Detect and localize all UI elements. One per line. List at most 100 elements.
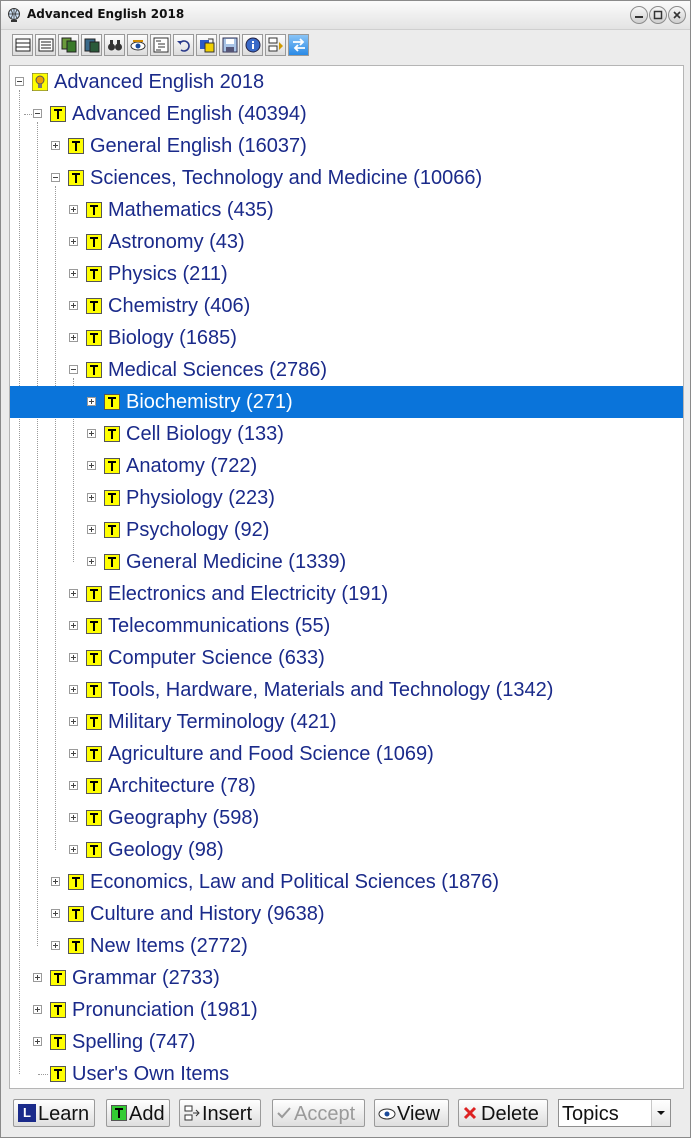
expand-toggle[interactable] [51,941,60,950]
tree-node[interactable]: Military Terminology (421) [10,706,683,738]
collapse-toggle[interactable] [33,109,42,118]
expand-toggle[interactable] [69,653,78,662]
expand-toggle[interactable] [51,877,60,886]
tree-node-label: Spelling (747) [72,1031,196,1053]
tree-node[interactable]: Pronunciation (1981) [10,994,683,1026]
expand-toggle[interactable] [87,429,96,438]
tree-node[interactable]: Physics (211) [10,258,683,290]
topic-icon [104,394,120,410]
tree-node[interactable]: Anatomy (722) [10,450,683,482]
tree-node-selected[interactable]: Biochemistry (271) [10,386,683,418]
swap-button[interactable] [288,34,309,56]
save-button[interactable] [219,34,240,56]
sync-button[interactable] [196,34,217,56]
collapse-toggle[interactable] [15,77,24,86]
tree-node[interactable]: General English (16037) [10,130,683,162]
delete-button[interactable]: Delete [458,1099,548,1127]
expand-toggle[interactable] [87,525,96,534]
tree-node[interactable]: User's Own Items [10,1058,683,1088]
details-view-button[interactable] [35,34,56,56]
expand-toggle[interactable] [69,813,78,822]
expand-toggle[interactable] [33,1037,42,1046]
collapse-toggle[interactable] [51,173,60,182]
tree-node[interactable]: Biology (1685) [10,322,683,354]
expand-toggle[interactable] [87,461,96,470]
tree-node[interactable]: Agriculture and Food Science (1069) [10,738,683,770]
mode-select[interactable]: Topics [558,1099,671,1127]
copy-button[interactable] [58,34,79,56]
close-button[interactable] [668,6,686,24]
expand-toggle[interactable] [69,269,78,278]
tree-node[interactable]: Electronics and Electricity (191) [10,578,683,610]
tree-node-label: Agriculture and Food Science (1069) [108,743,434,765]
search-button[interactable] [104,34,125,56]
insert-button[interactable]: Insert [179,1099,261,1127]
expand-toggle[interactable] [33,973,42,982]
expand-toggle[interactable] [69,621,78,630]
expand-toggle[interactable] [69,237,78,246]
tree-node[interactable]: Spelling (747) [10,1026,683,1058]
title-bar[interactable]: Advanced English 2018 [1,1,690,30]
topics-tree[interactable]: Advanced English 2018 Advanced English (… [9,65,684,1089]
move-down-button[interactable] [265,34,286,56]
expand-toggle[interactable] [69,589,78,598]
tree-node[interactable]: Psychology (92) [10,514,683,546]
expand-toggle[interactable] [69,685,78,694]
tree-node[interactable]: Grammar (2733) [10,962,683,994]
topic-icon [50,970,66,986]
view-button[interactable]: View [374,1099,449,1127]
expand-toggle[interactable] [51,141,60,150]
tree-node[interactable]: Economics, Law and Political Sciences (1… [10,866,683,898]
expand-toggle[interactable] [87,557,96,566]
expand-toggle[interactable] [69,301,78,310]
expand-toggle[interactable] [69,749,78,758]
tree-node-label: Telecommunications (55) [108,615,331,637]
tree-node[interactable]: Cell Biology (133) [10,418,683,450]
minimize-button[interactable] [630,6,648,24]
learn-button[interactable]: L Learn [13,1099,95,1127]
tree-node-label: Sciences, Technology and Medicine (10066… [90,167,483,189]
dropdown-arrow-icon[interactable] [651,1100,670,1126]
undo-button[interactable] [173,34,194,56]
tree-node[interactable]: Chemistry (406) [10,290,683,322]
paste-button[interactable] [81,34,102,56]
tree-node[interactable]: Architecture (78) [10,770,683,802]
tree-node[interactable]: Computer Science (633) [10,642,683,674]
tree-node[interactable]: Advanced English (40394) [10,98,683,130]
tree-node[interactable]: Sciences, Technology and Medicine (10066… [10,162,683,194]
close-icon [673,11,681,19]
info-button[interactable] [242,34,263,56]
tree-node[interactable]: Culture and History (9638) [10,898,683,930]
list-view-button[interactable] [12,34,33,56]
expand-toggle[interactable] [69,845,78,854]
expand-toggle[interactable] [51,909,60,918]
tree-node-label: Anatomy (722) [126,455,258,477]
outline-button[interactable] [150,34,171,56]
maximize-button[interactable] [649,6,667,24]
tree-node[interactable]: Geology (98) [10,834,683,866]
tree-node[interactable]: New Items (2772) [10,930,683,962]
expand-toggle[interactable] [69,717,78,726]
tree-node[interactable]: General Medicine (1339) [10,546,683,578]
topic-icon [104,458,120,474]
collapse-toggle[interactable] [69,365,78,374]
expand-toggle[interactable] [87,397,96,406]
expand-toggle[interactable] [33,1005,42,1014]
expand-toggle[interactable] [69,781,78,790]
expand-toggle[interactable] [69,333,78,342]
add-button[interactable]: Add [106,1099,170,1127]
tree-node[interactable]: Geography (598) [10,802,683,834]
tree-node[interactable]: Mathematics (435) [10,194,683,226]
expand-toggle[interactable] [69,205,78,214]
tree-node[interactable]: Telecommunications (55) [10,610,683,642]
tree-node[interactable]: Tools, Hardware, Materials and Technolog… [10,674,683,706]
preview-button[interactable] [127,34,148,56]
accept-button[interactable]: Accept [272,1099,365,1127]
details-view-icon [38,38,54,52]
tree-node[interactable]: Astronomy (43) [10,226,683,258]
expand-toggle[interactable] [87,493,96,502]
tree-node[interactable]: Physiology (223) [10,482,683,514]
tree-node-root[interactable]: Advanced English 2018 [10,66,683,98]
topic-icon [86,650,102,666]
tree-node[interactable]: Medical Sciences (2786) [10,354,683,386]
